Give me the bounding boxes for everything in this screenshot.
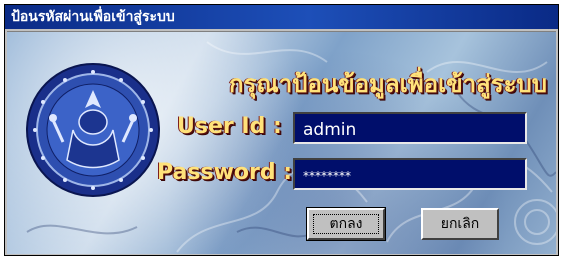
user-id-label: User Id : bbox=[177, 114, 282, 139]
login-heading: กรุณาป้อนข้อมูลเพื่อเข้าสู่ระบบ bbox=[229, 70, 547, 98]
user-id-field[interactable]: admin bbox=[293, 112, 527, 144]
login-panel: กรุณาป้อนข้อมูลเพื่อเข้าสู่ระบบ User Id … bbox=[7, 31, 556, 254]
dialog-title: ป้อนรหัสผ่านเพื่อเข้าสู่ระบบ bbox=[5, 5, 558, 29]
login-dialog: ป้อนรหัสผ่านเพื่อเข้าสู่ระบบ กรุณาป้อนข้… bbox=[4, 4, 559, 256]
cancel-button[interactable]: ยกเลิก bbox=[421, 208, 499, 240]
department-seal-icon bbox=[26, 63, 160, 197]
focus-ring bbox=[313, 214, 379, 234]
cancel-button-label: ยกเลิก bbox=[440, 216, 480, 232]
password-label: Password : bbox=[157, 160, 293, 185]
ok-button[interactable]: ตกลง bbox=[306, 207, 386, 241]
password-field[interactable]: ******** bbox=[293, 158, 527, 190]
